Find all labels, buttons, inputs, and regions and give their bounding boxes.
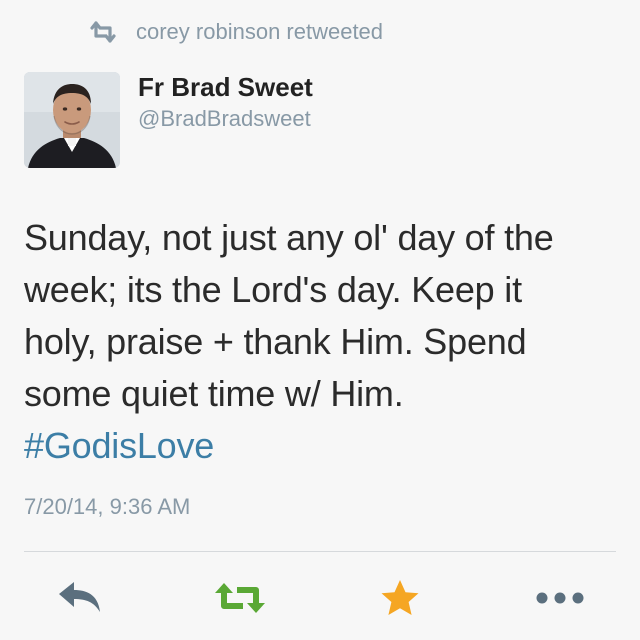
tweet-text-line: Sunday, not just any ol' day of the: [24, 217, 554, 258]
reply-button[interactable]: [52, 576, 108, 620]
retweet-icon: [215, 583, 265, 613]
retweet-button[interactable]: [212, 576, 268, 620]
favorite-star-icon: [381, 580, 419, 615]
retweeted-by-text: corey robinson retweeted: [136, 19, 384, 44]
tweet-text-line: holy, praise + thank Him. Spend: [24, 321, 527, 362]
avatar[interactable]: [24, 72, 120, 168]
tweet-text-line: some quiet time w/ Him.: [24, 373, 404, 414]
author-handle[interactable]: @BradBradsweet: [138, 106, 311, 132]
retweet-banner[interactable]: corey robinson retweeted: [88, 16, 383, 48]
tweet-text-line: week; its the Lord's day. Keep it: [24, 269, 522, 310]
more-options-button[interactable]: [532, 576, 588, 620]
tweet-text: Sunday, not just any ol' day of the week…: [24, 212, 624, 472]
avatar-photo: [24, 72, 120, 168]
favorite-button[interactable]: [372, 576, 428, 620]
hashtag-link[interactable]: #GodisLove: [24, 420, 624, 472]
more-dots-icon: [536, 592, 584, 604]
reply-icon: [59, 582, 100, 612]
divider: [24, 551, 616, 552]
author-name[interactable]: Fr Brad Sweet: [138, 72, 313, 103]
retweet-icon: [88, 21, 118, 43]
tweet-timestamp: 7/20/14, 9:36 AM: [24, 494, 191, 519]
